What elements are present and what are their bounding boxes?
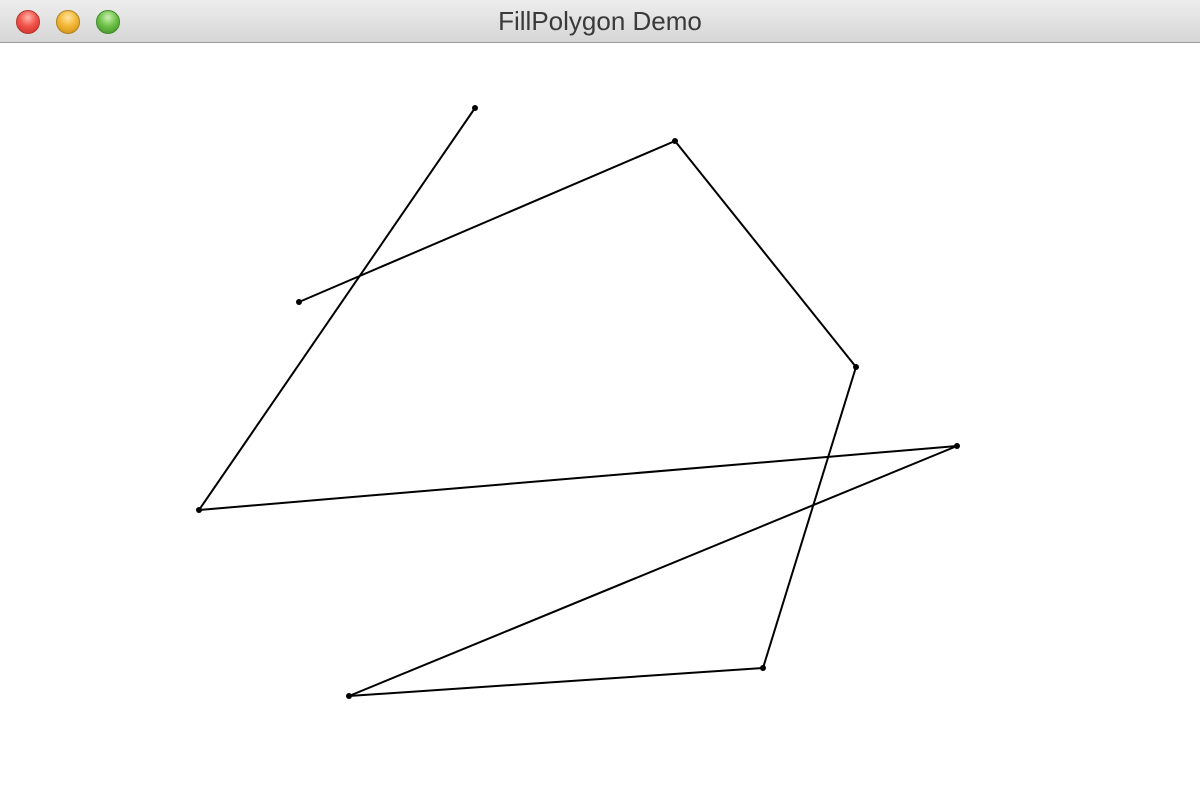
vertex-point[interactable] <box>672 138 678 144</box>
polyline-segment <box>198 107 476 511</box>
polyline-segment <box>198 445 958 511</box>
polyline-segment <box>348 667 764 697</box>
polyline-segment <box>348 445 958 697</box>
vertex-point[interactable] <box>472 105 478 111</box>
polyline-segment <box>674 140 857 368</box>
vertex-point[interactable] <box>296 299 302 305</box>
vertex-point[interactable] <box>760 665 766 671</box>
polyline-segment <box>762 366 857 669</box>
vertex-point[interactable] <box>346 693 352 699</box>
polyline-segment <box>298 140 676 303</box>
app-window: FillPolygon Demo <box>0 0 1200 800</box>
drawing-canvas[interactable] <box>0 44 1200 800</box>
title-bar[interactable]: FillPolygon Demo <box>0 0 1200 43</box>
vertex-point[interactable] <box>853 364 859 370</box>
vertex-point[interactable] <box>954 443 960 449</box>
window-title: FillPolygon Demo <box>498 6 702 36</box>
polygon-drawing <box>196 105 960 699</box>
vertex-point[interactable] <box>196 507 202 513</box>
